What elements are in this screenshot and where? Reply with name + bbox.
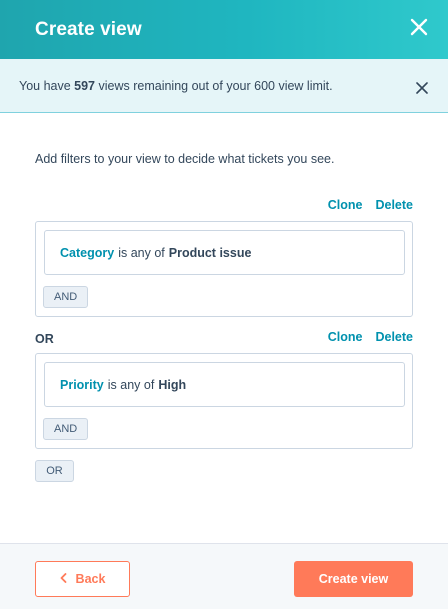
filter-condition[interactable]: Priority is any of High — [44, 362, 405, 407]
filter-operator: is any of — [107, 377, 155, 392]
filter-property[interactable]: Priority — [60, 378, 104, 392]
notice-text: You have 597 views remaining out of your… — [19, 78, 333, 93]
filter-property[interactable]: Category — [60, 246, 114, 260]
close-icon[interactable] — [408, 16, 430, 38]
modal-footer: Back Create view — [0, 543, 448, 609]
create-view-button[interactable]: Create view — [294, 561, 413, 597]
filter-group: Priority is any of High AND — [35, 353, 413, 449]
filter-value: High — [158, 377, 187, 392]
filter-group-header: Clone Delete — [35, 198, 413, 216]
modal-title: Create view — [35, 18, 142, 40]
back-button-label: Back — [75, 572, 106, 586]
modal-header: Create view — [0, 0, 448, 59]
clone-group-button[interactable]: Clone — [328, 198, 363, 212]
chevron-left-icon — [60, 572, 67, 586]
or-separator: OR — [35, 332, 54, 346]
delete-group-button[interactable]: Delete — [375, 198, 413, 212]
view-limit-notice: You have 597 views remaining out of your… — [0, 59, 448, 113]
clone-group-button[interactable]: Clone — [328, 330, 363, 344]
delete-group-button[interactable]: Delete — [375, 330, 413, 344]
filter-value: Product issue — [168, 245, 252, 260]
add-or-button[interactable]: OR — [35, 460, 74, 482]
remaining-count: 597 — [74, 78, 96, 93]
filter-intro-text: Add filters to your view to decide what … — [35, 152, 335, 166]
back-button[interactable]: Back — [35, 561, 130, 597]
dismiss-notice-icon[interactable] — [416, 81, 428, 94]
filter-group: Category is any of Product issue AND — [35, 221, 413, 317]
filter-condition[interactable]: Category is any of Product issue — [44, 230, 405, 275]
add-and-button[interactable]: AND — [43, 286, 89, 308]
add-and-button[interactable]: AND — [43, 418, 89, 440]
filter-group-header: OR Clone Delete — [35, 330, 413, 348]
filter-operator: is any of — [118, 245, 165, 260]
